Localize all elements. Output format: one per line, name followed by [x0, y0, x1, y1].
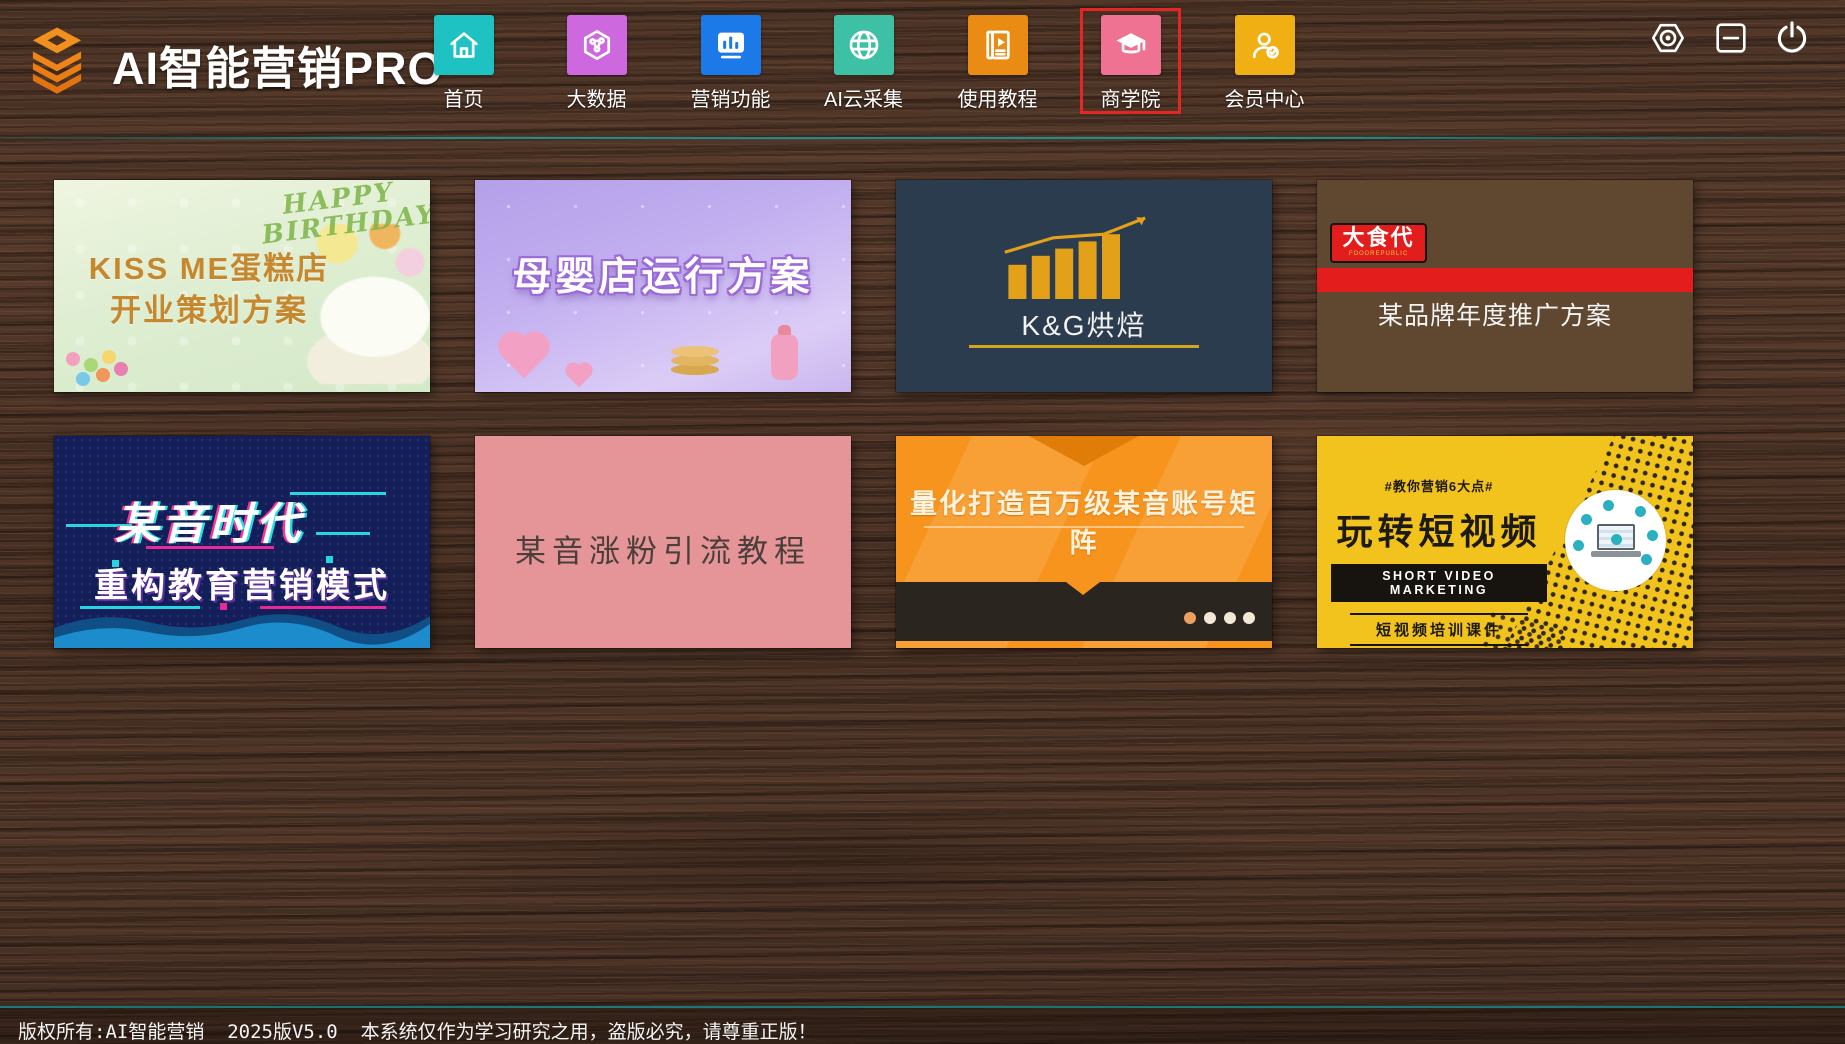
- power-button[interactable]: [1771, 17, 1813, 59]
- carousel-dot: [1243, 612, 1255, 624]
- card-title: 某音时代: [54, 488, 364, 552]
- card-title: K&G烘焙: [896, 304, 1272, 344]
- card-title: 某音涨粉引流教程: [475, 526, 851, 571]
- dashidai-logo-badge: 大食代 FOODREPUBLIC: [1330, 223, 1427, 263]
- settings-button[interactable]: [1647, 17, 1689, 59]
- marketing-features-icon: [701, 15, 761, 75]
- copyright-text: 版权所有:AI智能营销 2025版V5.0 本系统仅作为学习研究之用，盗版必究，…: [18, 1017, 817, 1044]
- social-app-icons: [1611, 534, 1622, 545]
- nav-label: 大数据: [546, 83, 647, 112]
- nav-item-tutorial[interactable]: 使用教程: [947, 8, 1048, 114]
- minimize-button[interactable]: [1710, 17, 1752, 59]
- minimize-icon: [1710, 17, 1752, 59]
- card-title: 玩转短视频: [1331, 503, 1547, 555]
- nav-item-marketing-features[interactable]: 营销功能: [680, 8, 781, 114]
- header-divider: [0, 137, 1845, 139]
- nav-label: 会员中心: [1214, 83, 1315, 112]
- nav-label: 使用教程: [947, 83, 1048, 112]
- home-icon: [434, 15, 494, 75]
- baby-bottle-illustration: [771, 334, 798, 380]
- card-title: 某品牌年度推广方案: [1317, 296, 1673, 332]
- waves-illustration: [54, 598, 430, 648]
- carousel-dot: [1224, 612, 1236, 624]
- app-title: AI智能营销PRO: [112, 32, 444, 97]
- power-icon: [1771, 17, 1813, 59]
- course-card-account-matrix[interactable]: 量化打造百万级某音账号矩阵: [896, 436, 1272, 648]
- card-title: KISS ME蛋糕店开业策划方案: [54, 248, 364, 332]
- nav-label: 商学院: [1083, 83, 1178, 112]
- carousel-dot: [1204, 612, 1216, 624]
- course-card-kg-bakery[interactable]: K&G烘焙: [896, 180, 1272, 392]
- ribbon-decoration: [1029, 436, 1139, 466]
- nav-item-member-center[interactable]: 会员中心: [1214, 8, 1315, 114]
- member-check-icon: [1235, 15, 1295, 75]
- card-title: 量化打造百万级某音账号矩阵: [896, 482, 1272, 560]
- graduation-cap-icon: [1101, 15, 1161, 75]
- coins-illustration: [671, 346, 719, 357]
- nav-label: AI云采集: [813, 83, 914, 112]
- flowers-illustration: [66, 352, 80, 366]
- nav-item-home[interactable]: 首页: [413, 8, 514, 114]
- course-card-short-video[interactable]: #教你营销6大点# 玩转短视频 SHORT VIDEO MARKETING 短视…: [1317, 436, 1693, 648]
- nav-label: 营销功能: [680, 83, 781, 112]
- card-subtitle-bar: SHORT VIDEO MARKETING: [1331, 564, 1547, 602]
- laptop-base: [1591, 551, 1641, 557]
- card-note: 短视频培训课件: [1350, 613, 1528, 646]
- app-logo-icon: [16, 24, 98, 98]
- nav-item-business-school[interactable]: 商学院: [1080, 8, 1181, 114]
- tutorial-icon: [968, 15, 1028, 75]
- nav-item-big-data[interactable]: 大数据: [546, 8, 647, 114]
- course-card-kissme-cake[interactable]: HAPPYBIRTHDAY KISS ME蛋糕店开业策划方案: [54, 180, 430, 392]
- cloud-collect-icon: [834, 15, 894, 75]
- decor-line: [146, 546, 274, 549]
- app-window: { "window": { "title": "AI智能营销PRO", "con…: [0, 0, 1845, 1044]
- course-card-fans-growth-tutorial[interactable]: 某音涨粉引流教程: [475, 436, 851, 648]
- big-data-icon: [567, 15, 627, 75]
- nav-item-ai-cloud-collect[interactable]: AI云采集: [813, 8, 914, 114]
- card-tag: #教你营销6大点#: [1331, 476, 1547, 495]
- nav-label: 首页: [413, 83, 514, 112]
- card-title: 母婴店运行方案: [475, 246, 851, 302]
- ribbon-notch: [1066, 582, 1100, 595]
- gear-icon: [1647, 17, 1689, 59]
- bar-chart-illustration: [994, 208, 1174, 300]
- course-card-mouyin-era[interactable]: 某音时代 重构教育营销模式: [54, 436, 430, 648]
- gold-underline: [969, 345, 1199, 348]
- laptop-badge-illustration: [1565, 490, 1666, 591]
- card-text-block: #教你营销6大点# 玩转短视频 SHORT VIDEO MARKETING 短视…: [1331, 476, 1547, 646]
- course-card-brand-annual-promo[interactable]: 大食代 FOODREPUBLIC 某品牌年度推广方案: [1317, 180, 1693, 392]
- course-card-mother-baby-store[interactable]: 母婴店运行方案: [475, 180, 851, 392]
- carousel-dot: [1184, 612, 1196, 624]
- footer-bar: 版权所有:AI智能营销 2025版V5.0 本系统仅作为学习研究之用，盗版必究，…: [0, 1006, 1845, 1044]
- red-stripe: [1317, 268, 1693, 292]
- underline: [924, 526, 1244, 528]
